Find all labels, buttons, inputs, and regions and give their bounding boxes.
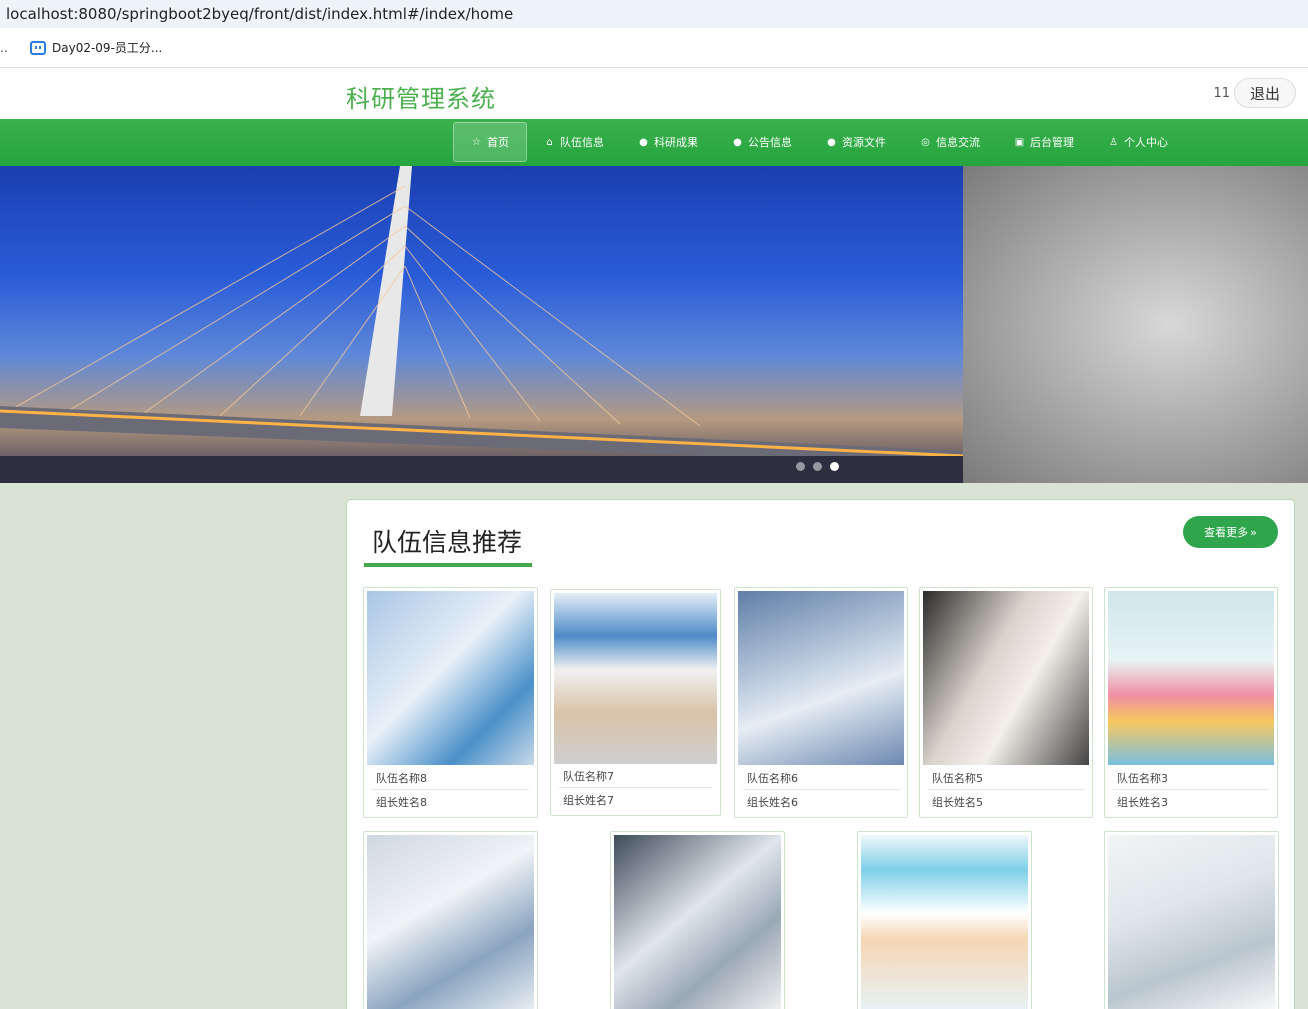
team-leader: 组长姓名5 [932, 796, 983, 809]
bookmark-item[interactable]: Day02-09-员工分... [30, 39, 162, 56]
user-area: 11 退出 [1213, 78, 1296, 108]
team-name: 队伍名称3 [1117, 772, 1168, 785]
team-leader: 组长姓名7 [563, 794, 614, 807]
nav-label: 资源文件 [842, 136, 886, 149]
divider [743, 789, 899, 790]
divider [928, 789, 1084, 790]
team-name: 队伍名称6 [747, 772, 798, 785]
banner-carousel[interactable] [0, 166, 1308, 483]
team-card[interactable] [857, 831, 1032, 1009]
carousel-dot-active[interactable] [830, 462, 839, 471]
team-image [861, 835, 1028, 1009]
nav-label: 首页 [487, 136, 509, 149]
address-bar[interactable]: localhost:8080/springboot2byeq/front/dis… [0, 0, 1308, 28]
site-header: 科研管理系统 11 退出 [0, 68, 1308, 119]
star-icon: ☆ [472, 136, 481, 148]
nav-item-profile[interactable]: ♙ 个人中心 [1091, 122, 1185, 162]
section-underline [364, 563, 532, 567]
carousel-dot[interactable] [796, 462, 805, 471]
nav-label: 后台管理 [1030, 136, 1074, 149]
nav-item-home[interactable]: ☆ 首页 [453, 122, 527, 162]
user-name: 11 [1213, 85, 1230, 101]
team-card[interactable]: 队伍名称6 组长姓名6 [734, 587, 908, 818]
team-name: 队伍名称5 [932, 772, 983, 785]
nav-item-forum[interactable]: ◎ 信息交流 [903, 122, 997, 162]
bookmarks-bar: .. Day02-09-员工分... [0, 28, 1308, 68]
nav-item-admin[interactable]: ▣ 后台管理 [997, 122, 1091, 162]
nav-item-notices[interactable]: ● 公告信息 [715, 122, 809, 162]
nav-label: 个人中心 [1124, 136, 1168, 149]
team-card[interactable]: 队伍名称5 组长姓名5 [919, 587, 1093, 818]
team-image [1108, 591, 1274, 765]
team-card[interactable] [610, 831, 785, 1009]
chat-icon: ◎ [921, 136, 930, 148]
bookmark-label: Day02-09-员工分... [52, 41, 163, 55]
team-image [614, 835, 781, 1009]
team-name: 队伍名称7 [563, 770, 614, 783]
team-image [367, 835, 534, 1009]
view-more-button[interactable]: 查看更多 » [1183, 516, 1278, 548]
user-icon: ♙ [1109, 136, 1118, 148]
nav-item-resources[interactable]: ● 资源文件 [809, 122, 903, 162]
bridge-illustration [0, 166, 963, 483]
site-title: 科研管理系统 [346, 85, 496, 113]
main-nav: ☆ 首页 ⌂ 队伍信息 ● 科研成果 ● 公告信息 ● 资源文件 ◎ 信息交流 … [0, 119, 1308, 166]
info-icon: ● [639, 136, 648, 148]
url-text: localhost:8080/springboot2byeq/front/dis… [6, 5, 514, 23]
banner-image-bridge [0, 166, 963, 483]
nav-label: 科研成果 [654, 136, 698, 149]
carousel-dots [796, 462, 839, 471]
banner-image-lab-coat [963, 166, 1308, 483]
nav-item-team[interactable]: ⌂ 队伍信息 [527, 122, 621, 162]
view-more-label: 查看更多 [1204, 526, 1249, 539]
team-image [554, 593, 717, 764]
team-leader: 组长姓名6 [747, 796, 798, 809]
divider [372, 789, 529, 790]
nav-label: 信息交流 [936, 136, 980, 149]
section-title: 队伍信息推荐 [372, 528, 523, 557]
logout-button[interactable]: 退出 [1234, 78, 1296, 108]
bilibili-icon [30, 40, 46, 55]
nav-label: 公告信息 [748, 136, 792, 149]
team-name: 队伍名称8 [376, 772, 427, 785]
team-card[interactable] [1104, 831, 1279, 1009]
team-leader: 组长姓名3 [1117, 796, 1168, 809]
team-leader: 组长姓名8 [376, 796, 427, 809]
team-recommend-panel: 队伍信息推荐 查看更多 » 队伍名称8 组长姓名8 队伍名称7 组长姓名7 队伍… [346, 499, 1295, 1009]
bag-icon: ⌂ [546, 136, 553, 148]
info-icon: ● [827, 136, 836, 148]
team-image [1108, 835, 1275, 1009]
nav-item-achievements[interactable]: ● 科研成果 [621, 122, 715, 162]
divider [559, 787, 712, 788]
team-card[interactable] [363, 831, 538, 1009]
team-card[interactable]: 队伍名称8 组长姓名8 [363, 587, 538, 818]
nav-label: 队伍信息 [560, 136, 604, 149]
carousel-dot[interactable] [813, 462, 822, 471]
team-card[interactable]: 队伍名称7 组长姓名7 [550, 589, 721, 816]
team-image [367, 591, 534, 765]
double-chevron-right-icon: » [1250, 525, 1257, 539]
team-image [923, 591, 1089, 765]
briefcase-icon: ▣ [1014, 136, 1025, 148]
divider [1113, 789, 1269, 790]
bookmark-overflow[interactable]: .. [0, 41, 20, 55]
team-card[interactable]: 队伍名称3 组长姓名3 [1104, 587, 1278, 818]
team-image [738, 591, 904, 765]
question-icon: ● [733, 136, 742, 148]
